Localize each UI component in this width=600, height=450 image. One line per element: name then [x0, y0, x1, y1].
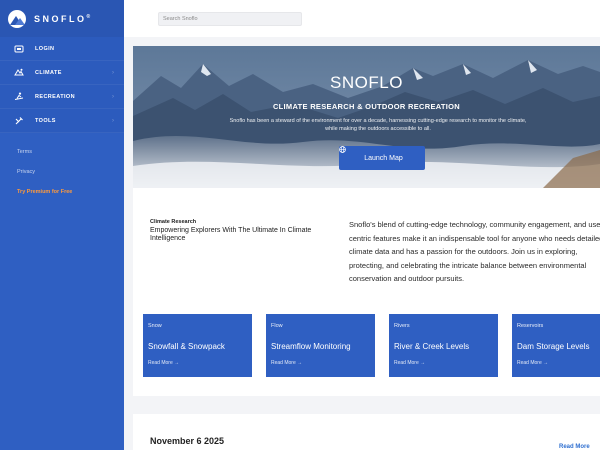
feature-cards: Snow Snowfall & Snowpack Read More → Flo… — [133, 296, 600, 396]
card-tag: Reservoirs — [517, 323, 544, 329]
news-read-more-link[interactable]: Read More — [559, 444, 590, 450]
card-reservoirs[interactable]: Reservoirs Dam Storage Levels Read More … — [512, 314, 600, 377]
card-read-more-link[interactable]: Read More → — [517, 360, 548, 366]
hero-title: SNOFLO — [330, 73, 403, 92]
logo-icon — [8, 9, 26, 28]
privacy-link[interactable]: Privacy — [0, 162, 124, 182]
info-section: Climate Research Empowering Explorers Wi… — [133, 188, 600, 296]
sidebar-item-tools[interactable]: TOOLS › — [0, 109, 124, 133]
news-section: November 6 2025 Read More — [133, 414, 600, 450]
sidebar: SNOFLO® LOGIN CLIMATE › RECREATION › TOO… — [0, 0, 124, 450]
hero-subtitle: CLIMATE RESEARCH & OUTDOOR RECREATION — [272, 102, 461, 111]
climate-icon — [14, 68, 24, 78]
premium-link[interactable]: Try Premium for Free — [0, 182, 124, 202]
card-snow[interactable]: Snow Snowfall & Snowpack Read More → — [143, 314, 252, 377]
brand-header[interactable]: SNOFLO® — [0, 0, 124, 37]
chevron-right-icon: › — [112, 93, 114, 100]
launch-map-button[interactable]: Launch Map — [339, 146, 425, 170]
card-tag: Flow — [271, 323, 283, 329]
info-kicker: Climate Research — [150, 219, 197, 225]
card-tag: Snow — [148, 323, 162, 329]
sidebar-nav: LOGIN CLIMATE › RECREATION › TOOLS › — [0, 37, 124, 133]
info-body: Snoflo's blend of cutting-edge technolog… — [349, 220, 600, 283]
search-input[interactable] — [158, 12, 302, 26]
recreation-icon — [14, 92, 24, 102]
sidebar-item-login[interactable]: LOGIN — [0, 37, 124, 61]
card-read-more-link[interactable]: Read More → — [394, 360, 425, 366]
sidebar-item-label: RECREATION — [35, 93, 75, 100]
hero-description: Snoflo has been a steward of the environ… — [229, 118, 527, 132]
card-flow[interactable]: Flow Streamflow Monitoring Read More → — [266, 314, 375, 377]
card-read-more-link[interactable]: Read More → — [271, 360, 302, 366]
card-tag: Rivers — [394, 323, 410, 329]
card-read-more-link[interactable]: Read More → — [148, 360, 179, 366]
tools-icon — [14, 116, 24, 126]
sidebar-item-label: CLIMATE — [35, 69, 62, 76]
sidebar-item-label: TOOLS — [35, 117, 56, 124]
terms-link[interactable]: Terms — [0, 142, 124, 162]
brand-name: SNOFLO® — [34, 13, 91, 24]
chevron-right-icon: › — [112, 69, 114, 76]
sidebar-item-climate[interactable]: CLIMATE › — [0, 61, 124, 85]
card-rivers[interactable]: Rivers River & Creek Levels Read More → — [389, 314, 498, 377]
chevron-right-icon: › — [112, 117, 114, 124]
sidebar-item-recreation[interactable]: RECREATION › — [0, 85, 124, 109]
top-bar — [124, 0, 600, 37]
news-date: November 6 2025 — [150, 436, 225, 446]
sidebar-item-label: LOGIN — [35, 45, 55, 52]
card-title: River & Creek Levels — [394, 342, 470, 351]
hero-banner: SNOFLO CLIMATE RESEARCH & OUTDOOR RECREA… — [133, 46, 600, 188]
card-title: Streamflow Monitoring — [271, 342, 351, 351]
login-icon — [14, 44, 24, 54]
card-title: Snowfall & Snowpack — [148, 342, 225, 351]
card-title: Dam Storage Levels — [517, 342, 590, 351]
launch-map-label: Launch Map — [364, 154, 403, 162]
info-headline: Empowering Explorers With The Ultimate I… — [150, 227, 312, 242]
